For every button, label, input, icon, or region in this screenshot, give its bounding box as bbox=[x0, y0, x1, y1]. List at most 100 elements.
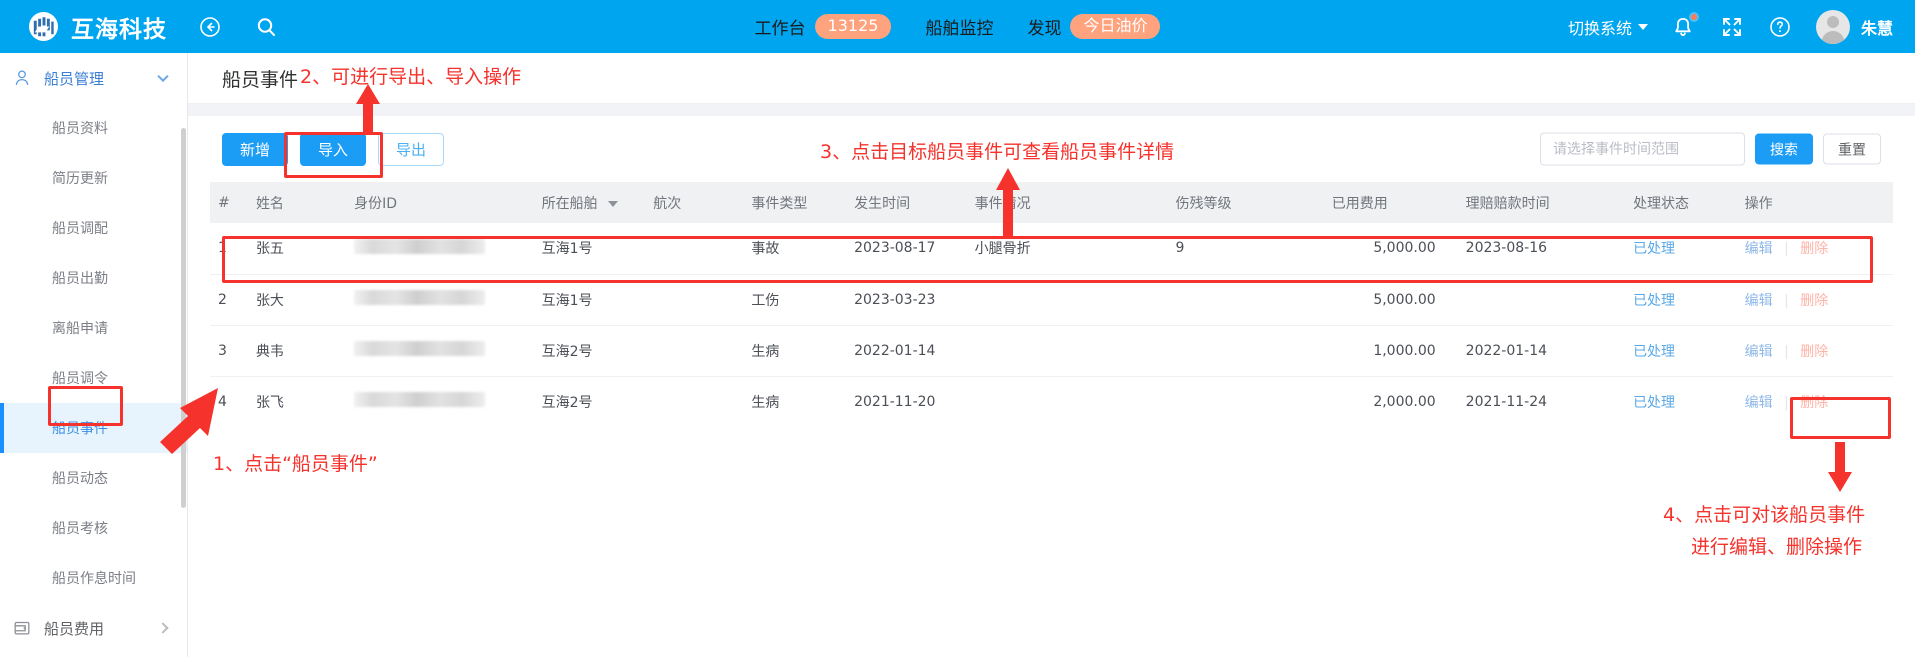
table-row[interactable]: 4 张飞 互海2号 生病 2021-11-20 2,000.00 2021-11… bbox=[210, 376, 1893, 427]
sidebar-scrollbar[interactable] bbox=[181, 128, 186, 508]
op-divider: | bbox=[1784, 241, 1789, 258]
sidebar-item-crew-allocation[interactable]: 船员调配 bbox=[0, 203, 187, 253]
col-occur-date: 发生时间 bbox=[846, 182, 967, 223]
col-voyage: 航次 bbox=[645, 182, 744, 223]
reset-button[interactable]: 重置 bbox=[1823, 133, 1881, 165]
cell-index: 4 bbox=[218, 393, 227, 410]
nav-item-vessel-monitor[interactable]: 船舶监控 bbox=[925, 14, 993, 39]
cell-index: 2 bbox=[210, 274, 248, 326]
masked-id-block bbox=[354, 290, 486, 305]
delete-link[interactable]: 删除 bbox=[1800, 344, 1828, 360]
import-button[interactable]: 导入 bbox=[300, 132, 367, 166]
bell-icon[interactable] bbox=[1670, 11, 1699, 40]
sidebar-item-label: 离船申请 bbox=[52, 321, 108, 337]
cell-disability-level bbox=[1168, 376, 1324, 427]
sidebar-item-crew-attendance[interactable]: 船员出勤 bbox=[0, 253, 187, 303]
nav-label-workbench: 工作台 bbox=[754, 19, 806, 39]
sort-descending-icon[interactable] bbox=[608, 200, 619, 207]
cell-claim-date: 2021-11-24 bbox=[1465, 393, 1548, 410]
edit-link[interactable]: 编辑 bbox=[1745, 293, 1773, 309]
cell-operation: 编辑 | 删除 bbox=[1737, 376, 1893, 427]
event-date-range-input[interactable] bbox=[1540, 132, 1745, 166]
status-badge[interactable]: 已处理 bbox=[1633, 344, 1675, 360]
sidebar-item-crew-assessment[interactable]: 船员考核 bbox=[0, 503, 187, 553]
add-button[interactable]: 新增 bbox=[222, 132, 289, 166]
sidebar-item-label: 船员事件 bbox=[52, 421, 108, 437]
search-area: 搜索 重置 bbox=[1540, 132, 1881, 166]
sidebar-item-label: 船员资料 bbox=[52, 121, 108, 137]
col-vessel[interactable]: 所在船舶 bbox=[533, 182, 646, 223]
cell-claim-date: 2023-08-16 bbox=[1457, 223, 1626, 275]
page-title: 船员事件 bbox=[222, 68, 299, 91]
search-button[interactable]: 搜索 bbox=[1755, 133, 1813, 165]
chevron-right-icon bbox=[157, 622, 169, 634]
sidebar-item-label: 船员调令 bbox=[52, 371, 108, 387]
cell-id-masked bbox=[346, 223, 534, 275]
table-row[interactable]: 3 典韦 互海2号 生病 2022-01-14 1,000.00 2022-01… bbox=[210, 325, 1893, 377]
sidebar-item-disembark-request[interactable]: 离船申请 bbox=[0, 303, 187, 353]
cell-disability-level bbox=[1167, 325, 1324, 377]
sidebar-item-label: 简历更新 bbox=[52, 171, 108, 187]
table-wrapper: # 姓名 身份ID 所在船舶 航次 事件类型 发生时间 事件情况 伤残等级 已用… bbox=[188, 182, 1915, 427]
sidebar-group-crew-expenses[interactable]: 船员费用 bbox=[0, 603, 187, 653]
col-situation: 事件情况 bbox=[966, 182, 1168, 223]
sidebar: 船员管理 船员资料 简历更新 船员调配 船员出勤 离船申请 船员调令 船员事件 … bbox=[0, 53, 188, 657]
search-icon[interactable] bbox=[253, 14, 279, 40]
nav-item-discover[interactable]: 发现 今日油价 bbox=[1027, 14, 1161, 39]
header-right-tools: 切换系统 朱慧 bbox=[1568, 0, 1893, 53]
sidebar-item-crew-rest-hours[interactable]: 船员作息时间 bbox=[0, 553, 187, 603]
workbench-badge: 13125 bbox=[814, 14, 892, 39]
cell-event-type: 生病 bbox=[751, 394, 780, 411]
sidebar-item-resume-update[interactable]: 简历更新 bbox=[0, 153, 187, 203]
status-badge[interactable]: 已处理 bbox=[1633, 395, 1675, 411]
chevron-down-icon bbox=[1637, 23, 1648, 30]
col-vessel-label: 所在船舶 bbox=[541, 195, 598, 212]
export-button[interactable]: 导出 bbox=[378, 132, 445, 166]
sidebar-group-recruitment[interactable]: 招聘管理 bbox=[0, 653, 187, 657]
col-name: 姓名 bbox=[247, 182, 347, 223]
brand-name: 互海科技 bbox=[71, 16, 167, 43]
cell-event-type: 事故 bbox=[743, 223, 847, 275]
status-badge[interactable]: 已处理 bbox=[1633, 293, 1675, 309]
delete-link[interactable]: 删除 bbox=[1800, 395, 1828, 411]
sidebar-item-crew-profile[interactable]: 船员资料 bbox=[0, 103, 187, 153]
cell-vessel: 互海1号 bbox=[533, 274, 646, 326]
switch-system-button[interactable]: 切换系统 bbox=[1568, 15, 1648, 39]
delete-link[interactable]: 删除 bbox=[1800, 241, 1828, 257]
nav-item-workbench[interactable]: 工作台 13125 bbox=[755, 14, 892, 39]
col-index: # bbox=[210, 182, 248, 223]
cell-index: 3 bbox=[210, 325, 248, 377]
cell-situation bbox=[967, 376, 1168, 427]
help-circle-icon[interactable] bbox=[1768, 15, 1792, 39]
avatar[interactable] bbox=[1815, 9, 1850, 44]
table-row[interactable]: 1 张五 互海1号 事故 2023-08-17 小腿骨折 9 5,000.00 … bbox=[210, 223, 1893, 275]
fullscreen-icon[interactable] bbox=[1720, 15, 1744, 39]
edit-link[interactable]: 编辑 bbox=[1745, 344, 1773, 360]
username-label: 朱慧 bbox=[1860, 18, 1893, 38]
brand[interactable]: 互海科技 bbox=[28, 10, 167, 44]
edit-link[interactable]: 编辑 bbox=[1745, 241, 1773, 257]
cell-occur-date: 2023-08-17 bbox=[846, 223, 967, 275]
logo-icon bbox=[28, 11, 59, 42]
table-row[interactable]: 2 张大 互海1号 工伤 2023-03-23 5,000.00 已处理 编辑 … bbox=[210, 274, 1893, 326]
cell-used-cost: 5,000.00 bbox=[1323, 223, 1458, 275]
user-icon bbox=[15, 70, 29, 85]
cell-event-type: 工伤 bbox=[743, 274, 847, 326]
col-event-type: 事件类型 bbox=[743, 182, 847, 223]
cell-occur-date: 2023-03-23 bbox=[846, 274, 967, 326]
sidebar-item-crew-events[interactable]: 船员事件 bbox=[0, 403, 187, 453]
sidebar-item-crew-transfer-order[interactable]: 船员调令 bbox=[0, 353, 187, 403]
sidebar-item-crew-dynamics[interactable]: 船员动态 bbox=[0, 453, 187, 503]
cell-used-cost: 1,000.00 bbox=[1323, 325, 1458, 377]
crew-events-table: # 姓名 身份ID 所在船舶 航次 事件类型 发生时间 事件情况 伤残等级 已用… bbox=[210, 182, 1893, 427]
cell-operation: 编辑 | 删除 bbox=[1736, 274, 1893, 326]
cell-claim-date bbox=[1457, 274, 1626, 326]
status-badge[interactable]: 已处理 bbox=[1633, 241, 1675, 257]
back-circle-icon[interactable] bbox=[197, 14, 223, 40]
delete-link[interactable]: 删除 bbox=[1800, 293, 1828, 309]
col-status: 处理状态 bbox=[1625, 182, 1737, 223]
cell-claim-date: 2022-01-14 bbox=[1457, 325, 1626, 377]
sidebar-group-crew-management[interactable]: 船员管理 bbox=[0, 53, 187, 103]
edit-link[interactable]: 编辑 bbox=[1745, 395, 1773, 411]
annotation-step-4-line2: 进行编辑、删除操作 bbox=[1691, 536, 1863, 558]
